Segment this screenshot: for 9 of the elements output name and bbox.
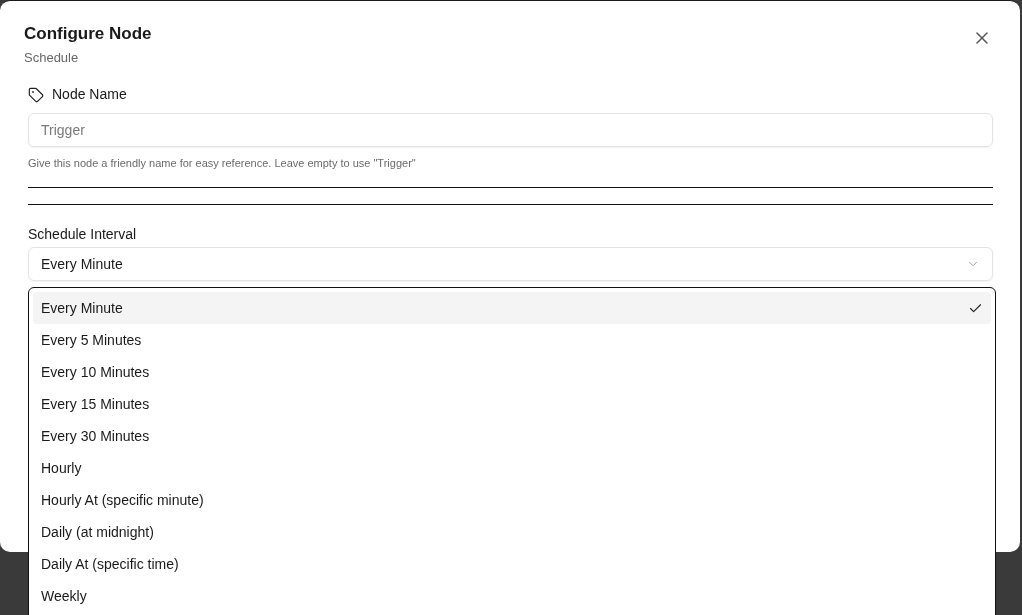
help-text: Give this node a friendly name for easy reference. Leave empty to use "Trigger" — [28, 156, 417, 170]
dropdown-option[interactable]: Every Minute — [33, 292, 991, 324]
tag-icon — [28, 86, 44, 103]
dialog-subtitle: Schedule — [24, 49, 80, 67]
node-name-input[interactable]: Trigger — [28, 113, 993, 147]
schedule-interval-select[interactable]: Every Minute — [28, 247, 993, 281]
dialog-title: Configure Node — [24, 23, 152, 45]
field-label: Node Name — [52, 85, 127, 104]
field-label: Schedule Interval — [28, 225, 138, 243]
